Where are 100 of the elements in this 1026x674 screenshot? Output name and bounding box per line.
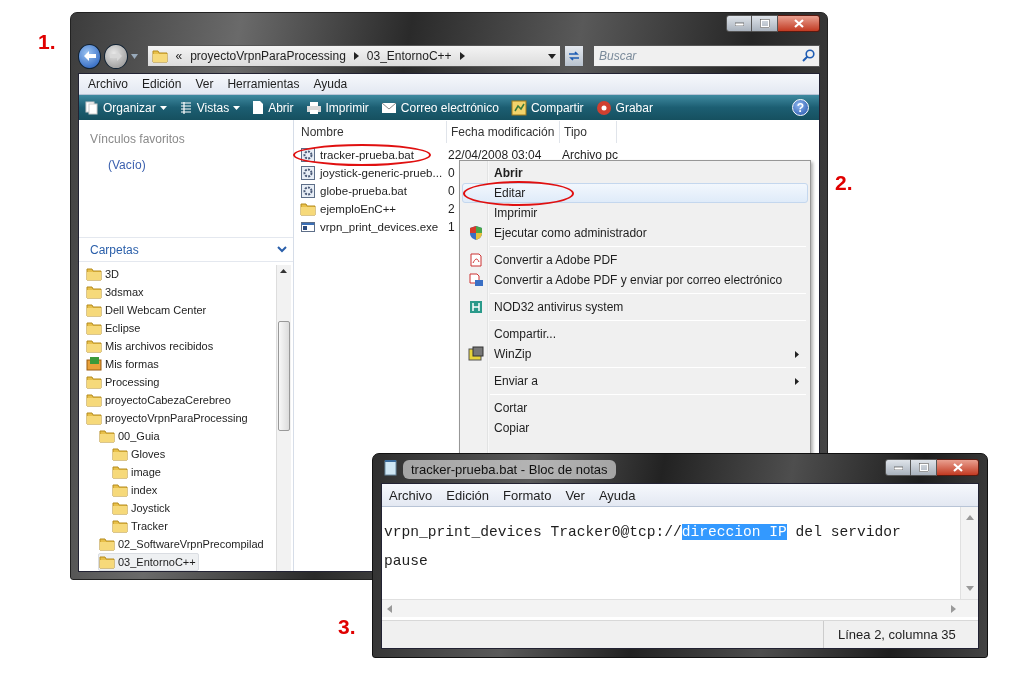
menu-item[interactable]: Compartir... — [462, 324, 808, 344]
chevron-right-icon[interactable] — [353, 52, 359, 60]
step-number: 2. — [835, 171, 853, 194]
menu-item[interactable]: Imprimir — [462, 203, 808, 223]
menu-item[interactable]: NOD32 antivirus system — [462, 297, 808, 317]
tree-item[interactable]: proyectoVrpnParaProcessing — [85, 409, 251, 427]
refresh-button[interactable] — [563, 45, 584, 67]
back-button[interactable] — [78, 43, 102, 69]
tree-item[interactable]: 03_EntornoC++ — [98, 553, 199, 571]
menu-item[interactable]: Enviar a — [462, 371, 808, 391]
tree-item[interactable]: Gloves — [111, 445, 169, 463]
folder-icon — [86, 302, 102, 318]
toolbar-button[interactable]: Correo electrónico — [380, 100, 499, 115]
tree-item[interactable]: Processing — [85, 373, 163, 391]
menu-item[interactable]: Ver — [195, 77, 214, 91]
table-cell: 0 — [448, 166, 455, 180]
toolbar-button[interactable]: Organizar — [85, 100, 167, 115]
selected-text: direccion IP — [681, 524, 787, 540]
tree-item[interactable]: Mis formas — [85, 355, 162, 373]
scroll-thumb[interactable] — [278, 321, 290, 431]
tree-item[interactable]: image — [111, 463, 164, 481]
search-field[interactable]: Buscar — [593, 45, 820, 67]
scroll-left-icon[interactable] — [387, 604, 392, 613]
breadcrumb-item[interactable]: 03_EntornoC++ — [366, 49, 452, 63]
caret-icon[interactable] — [547, 53, 556, 59]
gear-document-icon — [300, 165, 316, 181]
file-name[interactable]: tracker-prueba.bat — [320, 149, 414, 161]
column-header[interactable]: Tipo — [560, 121, 617, 143]
toolbar-button[interactable]: Imprimir — [305, 100, 369, 115]
menu-item[interactable]: Formato — [503, 487, 552, 503]
file-name[interactable]: joystick-generic-prueb... — [320, 167, 443, 179]
table-cell: 2 — [448, 202, 455, 216]
menu-item[interactable]: Archivo — [389, 487, 433, 503]
menu-item[interactable]: Ver — [565, 487, 585, 503]
menu-item[interactable]: Convertir a Adobe PDF — [462, 250, 808, 270]
back-arrow-icon — [82, 50, 97, 62]
folder-icon — [300, 201, 316, 217]
breadcrumb-item[interactable]: proyectoVrpnParaProcessing — [190, 49, 346, 63]
menu-item[interactable]: Editar — [462, 183, 808, 203]
section-title[interactable]: Carpetas — [90, 242, 139, 257]
maximize-button[interactable] — [911, 459, 937, 476]
scroll-down-icon[interactable] — [965, 586, 974, 591]
printer-icon — [305, 100, 322, 115]
toolbar-button[interactable]: Vistas — [178, 100, 241, 115]
envelope-icon — [380, 101, 397, 114]
tree-item[interactable]: 3D — [85, 265, 123, 283]
chevron-down-icon[interactable] — [277, 246, 287, 253]
favorite-link[interactable]: (Vacío) — [108, 158, 293, 172]
scroll-right-icon[interactable] — [951, 604, 956, 613]
breadcrumb-item[interactable]: « — [175, 49, 183, 63]
file-name[interactable]: ejemploEnC++ — [320, 203, 397, 215]
tree-item[interactable]: proyectoCabezaCerebreo — [85, 391, 234, 409]
scrollbar[interactable] — [276, 265, 291, 571]
tree-item[interactable]: index — [111, 481, 161, 499]
forward-button[interactable] — [104, 43, 128, 69]
close-button[interactable] — [937, 459, 979, 476]
menu-item[interactable]: Ayuda — [313, 77, 348, 91]
menu-item[interactable]: Herramientas — [227, 77, 300, 91]
tree-item[interactable]: 3dsmax — [85, 283, 147, 301]
menu-item[interactable]: Ejecutar como administrador — [462, 223, 808, 243]
close-button[interactable] — [778, 15, 820, 32]
close-icon — [952, 463, 963, 472]
file-name[interactable]: globe-prueba.bat — [320, 185, 407, 197]
tree-item[interactable]: Eclipse — [85, 319, 144, 337]
tree-item[interactable]: 02_SoftwareVrpnPrecompilad — [98, 535, 267, 553]
menu-item[interactable]: Edición — [446, 487, 489, 503]
chevron-right-icon[interactable] — [459, 52, 465, 60]
column-header[interactable]: Fecha modificación — [447, 121, 560, 143]
file-name[interactable]: vrpn_print_devices.exe — [320, 221, 439, 233]
menu-item[interactable]: Edición — [142, 77, 182, 91]
status-text: Línea 2, columna 35 — [823, 621, 978, 648]
close-icon — [793, 19, 804, 28]
column-header[interactable]: Nombre — [297, 121, 447, 143]
tree-item[interactable]: Tracker — [111, 517, 171, 535]
scrollbar[interactable] — [382, 599, 978, 617]
menu-item[interactable]: WinZip — [462, 344, 808, 364]
program-window-icon — [300, 219, 316, 235]
search-icon[interactable] — [802, 49, 815, 62]
tree-item[interactable]: Dell Webcam Center — [85, 301, 210, 319]
code-text: vrpn_print_devices Tracker0@tcp:// — [384, 524, 682, 540]
table-cell: 1 — [448, 220, 455, 234]
tree-item[interactable]: 00_Guia — [98, 427, 163, 445]
maximize-button[interactable] — [752, 15, 778, 32]
code-text: del servidor — [794, 524, 901, 540]
scrollbar[interactable] — [960, 507, 978, 599]
menu-item[interactable]: Copiar — [462, 418, 808, 438]
toolbar-button[interactable]: Compartir — [510, 99, 584, 116]
address-bar[interactable]: « proyectoVrpnParaProcessing 03_EntornoC++ — [146, 45, 561, 67]
toolbar-button[interactable]: Abrir — [252, 100, 294, 115]
menu-item[interactable]: Archivo — [88, 77, 128, 91]
menu-item[interactable]: Cortar — [462, 398, 808, 418]
table-cell: 0 — [448, 184, 455, 198]
toolbar-button[interactable]: Grabar — [595, 99, 653, 116]
menu-item[interactable]: Abrir — [462, 163, 808, 183]
minimize-button[interactable] — [885, 459, 911, 476]
menu-item[interactable]: Convertir a Adobe PDF y enviar por correo electrónico — [462, 270, 808, 290]
tree-item[interactable]: Mis archivos recibidos — [85, 337, 217, 355]
tree-item[interactable]: Joystick — [111, 499, 174, 517]
menu-item[interactable]: Ayuda — [598, 487, 636, 503]
minimize-button[interactable] — [726, 15, 752, 32]
